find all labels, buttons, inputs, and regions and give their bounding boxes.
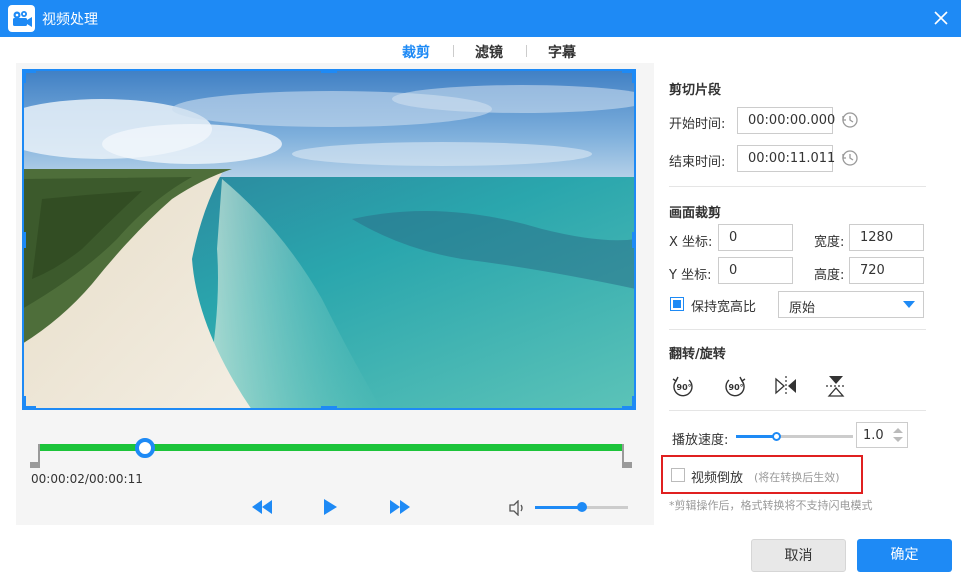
crop-handle-bottom-right[interactable]: [632, 396, 636, 410]
play-button[interactable]: [318, 495, 342, 523]
width-input[interactable]: 1280: [849, 224, 924, 251]
rotate-cw-90-icon[interactable]: 90°: [670, 373, 696, 399]
width-label: 宽度:: [814, 235, 845, 250]
window-title: 视频处理: [42, 12, 98, 28]
dialog-footer: 取消 确定: [0, 525, 961, 579]
confirm-button[interactable]: 确定: [857, 539, 952, 572]
end-time-input[interactable]: 00:00:11.011: [737, 145, 835, 172]
tab-divider: [526, 45, 527, 57]
svg-text:90°: 90°: [677, 383, 692, 392]
flip-horizontal-icon[interactable]: [773, 373, 799, 399]
crop-handle-bottom[interactable]: [321, 406, 337, 410]
tab-divider: [453, 45, 454, 57]
spin-up-icon[interactable]: [893, 428, 903, 433]
crop-handle-top-left[interactable]: [22, 69, 26, 83]
title-bar: 视频处理: [0, 0, 961, 37]
playback-time: 00:00:02/00:00:11: [31, 472, 143, 486]
section-divider: [669, 186, 926, 187]
speed-value: 1.0: [863, 428, 884, 443]
clock-reset-icon[interactable]: [840, 148, 860, 168]
reverse-checkbox[interactable]: [671, 468, 685, 482]
end-time-label: 结束时间:: [669, 155, 726, 170]
speed-slider[interactable]: [736, 432, 853, 441]
speed-thumb[interactable]: [772, 432, 781, 441]
spin-down-icon[interactable]: [893, 437, 903, 442]
playhead[interactable]: [134, 438, 155, 458]
volume-fill: [535, 506, 582, 509]
keep-ratio-checkbox[interactable]: [670, 297, 684, 311]
crop-handle-left[interactable]: [22, 232, 26, 248]
tab-subtitle[interactable]: 字幕: [548, 42, 576, 62]
flip-vertical-icon[interactable]: [823, 373, 849, 399]
rewind-button[interactable]: [250, 495, 274, 523]
trim-end-handle[interactable]: [622, 444, 632, 468]
section-divider: [669, 410, 926, 411]
rotate-ccw-90-icon[interactable]: 90°: [722, 373, 748, 399]
fast-forward-button[interactable]: [388, 495, 412, 523]
x-coord-input[interactable]: 0: [718, 224, 793, 251]
clock-reset-icon[interactable]: [840, 110, 860, 130]
crop-section-title: 画面裁剪: [669, 206, 722, 221]
keep-ratio-label: 保持宽高比: [691, 300, 757, 315]
speed-fill: [736, 435, 776, 438]
volume-icon[interactable]: [508, 499, 528, 520]
section-divider: [669, 329, 926, 330]
start-time-input[interactable]: 00:00:00.000: [737, 107, 835, 134]
lightning-mode-note: *剪辑操作后，格式转换将不支持闪电模式: [669, 499, 873, 512]
x-coord-label: X 坐标:: [669, 235, 713, 250]
crop-handle-top[interactable]: [321, 69, 337, 73]
tab-crop[interactable]: 裁剪: [402, 42, 430, 62]
y-coord-label: Y 坐标:: [669, 268, 712, 283]
speed-input[interactable]: 1.0: [856, 422, 908, 448]
crop-handle-top-right[interactable]: [632, 69, 636, 83]
chevron-down-icon: [903, 301, 915, 308]
trim-start-handle[interactable]: [30, 444, 40, 468]
svg-text:90°: 90°: [729, 383, 744, 392]
video-preview: [22, 69, 636, 410]
ratio-select[interactable]: 原始: [778, 291, 924, 318]
tab-filter[interactable]: 滤镜: [475, 42, 503, 62]
settings-panel: 剪切片段 开始时间: 00:00:00.000 结束时间: 00:00:11.0…: [654, 63, 954, 525]
video-camera-icon: [8, 5, 35, 32]
reverse-hint: (将在转换后生效): [754, 471, 840, 484]
timeline[interactable]: [30, 438, 632, 468]
flip-section-title: 翻转/旋转: [669, 347, 726, 362]
close-icon[interactable]: [929, 6, 953, 30]
ratio-select-value: 原始: [789, 301, 816, 316]
speed-label: 播放速度:: [672, 433, 729, 448]
height-label: 高度:: [814, 268, 845, 283]
y-coord-input[interactable]: 0: [718, 257, 793, 284]
height-input[interactable]: 720: [849, 257, 924, 284]
volume-thumb[interactable]: [576, 502, 587, 512]
reverse-label: 视频倒放: [691, 471, 744, 486]
crop-handle-right[interactable]: [632, 232, 636, 248]
timeline-track[interactable]: [40, 444, 622, 451]
cancel-button[interactable]: 取消: [751, 539, 846, 572]
start-time-label: 开始时间:: [669, 117, 726, 132]
tab-bar: 裁剪 滤镜 字幕: [0, 37, 961, 63]
crop-handle-bottom-left[interactable]: [22, 396, 26, 410]
trim-section-title: 剪切片段: [669, 83, 722, 98]
volume-slider[interactable]: [535, 502, 628, 512]
